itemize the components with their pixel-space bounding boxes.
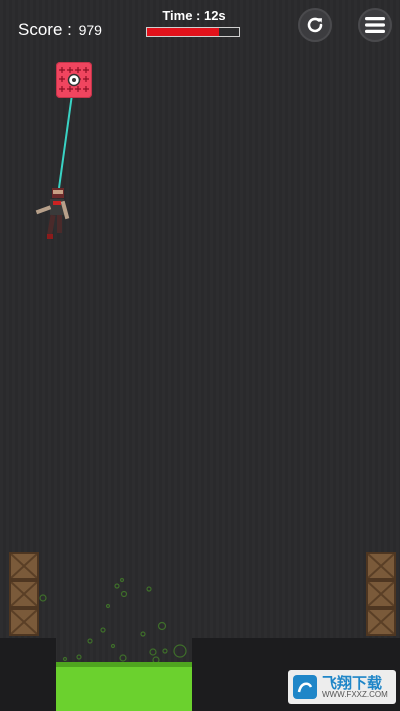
wooden-crate-icon: [366, 580, 396, 608]
acid-pool: [56, 667, 192, 711]
wooden-crate-icon: [9, 580, 39, 608]
crate-pattern: [10, 609, 38, 635]
crate-pattern: [367, 553, 395, 579]
wooden-crate-icon: [366, 608, 396, 636]
left-floor: [0, 638, 56, 711]
watermark-subtitle: WWW.FXXZ.COM: [322, 689, 388, 699]
crate-pattern: [10, 553, 38, 579]
bubbles-layer: [39, 577, 187, 664]
crate-pattern: [10, 581, 38, 607]
watermark-logo-icon: [293, 675, 317, 699]
crate-pattern: [367, 581, 395, 607]
wooden-crate-icon: [366, 552, 396, 580]
watermark-title: 飞翔下载: [322, 674, 383, 692]
watermark: 飞翔下载 WWW.FXXZ.COM: [288, 670, 396, 704]
crate-pattern: [367, 609, 395, 635]
wooden-crate-icon: [9, 552, 39, 580]
wooden-crate-icon: [9, 608, 39, 636]
